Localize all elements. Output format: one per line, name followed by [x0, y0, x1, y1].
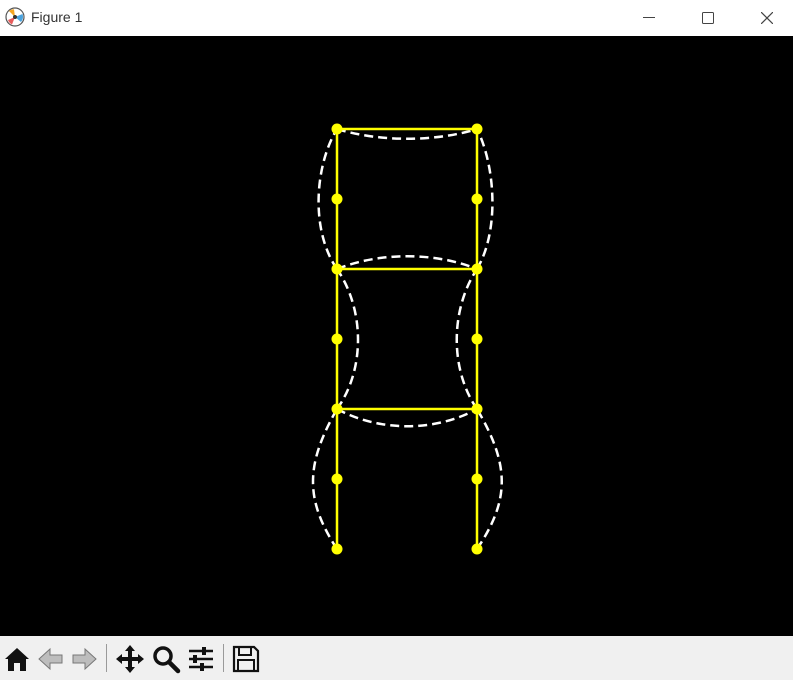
deformed-beam-2 [336, 255, 478, 271]
node [331, 333, 343, 345]
close-button[interactable] [738, 0, 793, 36]
matplotlib-logo-icon [5, 7, 25, 27]
title-bar: Figure 1 [0, 0, 793, 36]
save-icon [232, 645, 260, 673]
navigation-toolbar [0, 636, 793, 680]
node [471, 123, 483, 135]
deformed-beam-1 [336, 407, 478, 428]
home-button[interactable] [2, 644, 32, 674]
window-title: Figure 1 [31, 9, 83, 25]
zoom-icon [153, 646, 181, 674]
frame-nodes [331, 123, 483, 555]
node [471, 263, 483, 275]
node [331, 473, 343, 485]
home-icon [5, 648, 29, 671]
back-icon [38, 647, 63, 671]
node [331, 403, 343, 415]
node [331, 543, 343, 555]
figure-plot [311, 123, 503, 555]
configure-subplots-button[interactable] [186, 644, 216, 674]
node [331, 123, 343, 135]
back-button[interactable] [36, 644, 66, 674]
minimize-button[interactable] [620, 0, 678, 36]
close-icon [761, 12, 773, 24]
figure-canvas[interactable] [0, 36, 793, 636]
configure-subplots-icon [189, 647, 213, 671]
minimize-icon [643, 17, 655, 18]
node [471, 403, 483, 415]
node [471, 473, 483, 485]
toolbar-separator [106, 644, 107, 672]
maximize-button[interactable] [679, 0, 737, 36]
pan-icon [116, 645, 144, 673]
save-button[interactable] [231, 644, 261, 674]
node [471, 333, 483, 345]
pan-button[interactable] [115, 644, 145, 674]
maximize-icon [702, 12, 714, 24]
toolbar-separator [223, 644, 224, 672]
forward-icon [72, 647, 97, 671]
forward-button[interactable] [69, 644, 99, 674]
deformed-beam-3 [336, 127, 478, 140]
node [331, 263, 343, 275]
node [471, 193, 483, 205]
zoom-button[interactable] [151, 644, 181, 674]
node [331, 193, 343, 205]
node [471, 543, 483, 555]
